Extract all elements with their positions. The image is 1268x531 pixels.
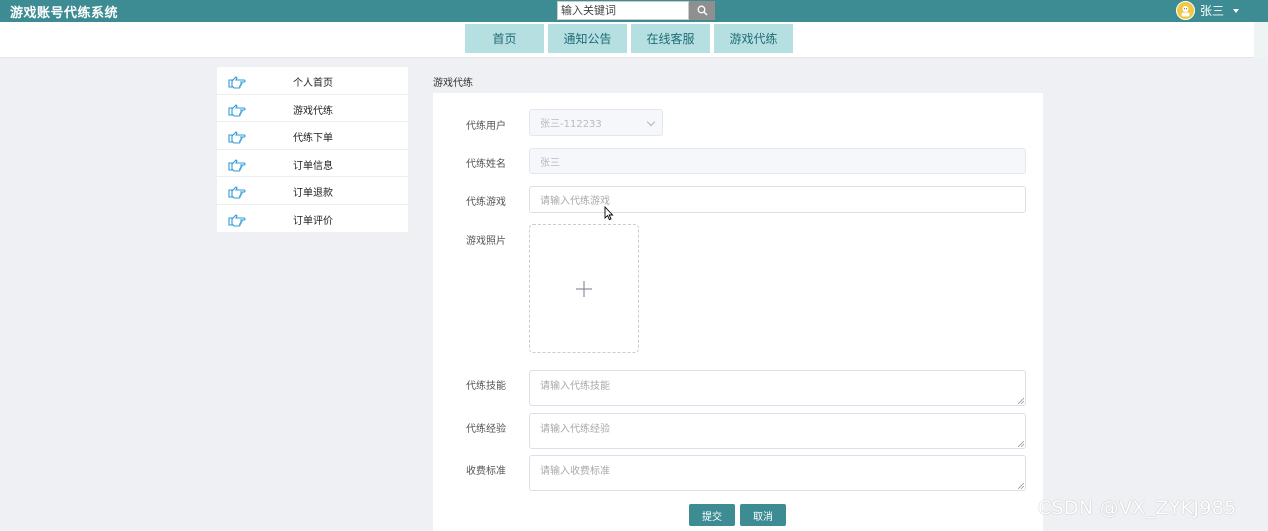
fee-textarea[interactable]: 请输入收费标准 — [529, 455, 1026, 491]
user-select[interactable]: 张三-112233 — [529, 109, 663, 136]
chevron-down-icon — [646, 117, 656, 127]
fee-placeholder: 请输入收费标准 — [540, 466, 610, 477]
sidebar: 个人首页 游戏代练 代练下单 订单信息 订单退款 订单评价 — [217, 67, 408, 233]
plus-icon — [576, 280, 592, 297]
photo-label: 游戏照片 — [466, 236, 506, 247]
form-panel: 代练用户 张三-112233 代练姓名 张三 代练游戏 请输入代练游戏 游戏照片… — [433, 93, 1043, 531]
sidebar-item-review[interactable]: 订单评价 — [217, 205, 408, 233]
nav-band: 首页 通知公告 在线客服 游戏代练 — [0, 22, 1268, 58]
pointing-hand-icon — [228, 214, 246, 227]
pointing-hand-icon — [228, 103, 246, 117]
sidebar-item-label: 代练下单 — [293, 133, 333, 145]
search-button[interactable] — [689, 1, 715, 20]
pointing-hand-icon — [228, 76, 246, 89]
nav-item-boosting[interactable]: 游戏代练 — [714, 24, 793, 53]
exp-textarea[interactable]: 请输入代练经验 — [529, 413, 1026, 449]
avatar — [1176, 1, 1195, 20]
sidebar-item-label: 订单退款 — [293, 188, 333, 200]
search-input[interactable] — [557, 1, 689, 20]
nav-item-notice[interactable]: 通知公告 — [548, 24, 627, 53]
sidebar-item-boosting[interactable]: 游戏代练 — [217, 95, 408, 123]
sidebar-item-label: 游戏代练 — [293, 105, 333, 117]
search-icon — [697, 5, 707, 16]
resize-handle-icon[interactable] — [1018, 483, 1024, 489]
name-field-value: 张三 — [540, 157, 560, 169]
pointing-hand-icon — [228, 159, 246, 172]
sidebar-item-refund[interactable]: 订单退款 — [217, 177, 408, 205]
photo-upload[interactable] — [529, 224, 639, 353]
pointing-hand-icon — [228, 186, 246, 199]
user-select-value: 张三-112233 — [540, 119, 602, 130]
skill-textarea[interactable]: 请输入代练技能 — [529, 370, 1026, 406]
sidebar-item-label: 个人首页 — [293, 78, 333, 89]
caret-down-icon — [1233, 8, 1240, 13]
exp-label: 代练经验 — [466, 424, 506, 435]
breadcrumb: 游戏代练 — [433, 78, 473, 89]
user-name: 张三 — [1200, 4, 1225, 18]
search-box — [557, 1, 715, 20]
sidebar-item-label: 订单评价 — [293, 215, 333, 227]
user-menu[interactable]: 张三 — [1176, 1, 1240, 20]
name-label: 代练姓名 — [466, 159, 506, 170]
nav-item-service[interactable]: 在线客服 — [631, 24, 710, 53]
resize-handle-icon[interactable] — [1018, 398, 1024, 404]
name-field[interactable]: 张三 — [529, 148, 1026, 174]
app-title: 游戏账号代练系统 — [10, 6, 119, 21]
exp-placeholder: 请输入代练经验 — [540, 424, 610, 435]
resize-handle-icon[interactable] — [1018, 441, 1024, 447]
game-input-placeholder: 请输入代练游戏 — [540, 196, 610, 207]
sidebar-item-label: 订单信息 — [293, 160, 333, 172]
mouse-cursor-icon — [604, 206, 614, 221]
skill-label: 代练技能 — [466, 381, 506, 392]
watermark: CSDN @VX_ZYKJ985 — [1038, 497, 1237, 519]
sidebar-item-place-order[interactable]: 代练下单 — [217, 122, 408, 150]
pointing-hand-icon — [228, 131, 246, 144]
user-avatar-icon — [1181, 6, 1190, 17]
game-label: 代练游戏 — [466, 197, 506, 208]
submit-button[interactable]: 提交 — [689, 504, 735, 526]
sidebar-item-profile[interactable]: 个人首页 — [217, 67, 408, 95]
nav-item-home[interactable]: 首页 — [465, 24, 544, 53]
sidebar-item-orders[interactable]: 订单信息 — [217, 150, 408, 178]
top-bar: 游戏账号代练系统 张三 — [0, 0, 1268, 22]
cancel-button[interactable]: 取消 — [740, 504, 786, 526]
user-label: 代练用户 — [466, 121, 506, 132]
skill-placeholder: 请输入代练技能 — [540, 381, 610, 392]
fee-label: 收费标准 — [466, 466, 506, 477]
main-nav: 首页 通知公告 在线客服 游戏代练 — [465, 24, 793, 53]
